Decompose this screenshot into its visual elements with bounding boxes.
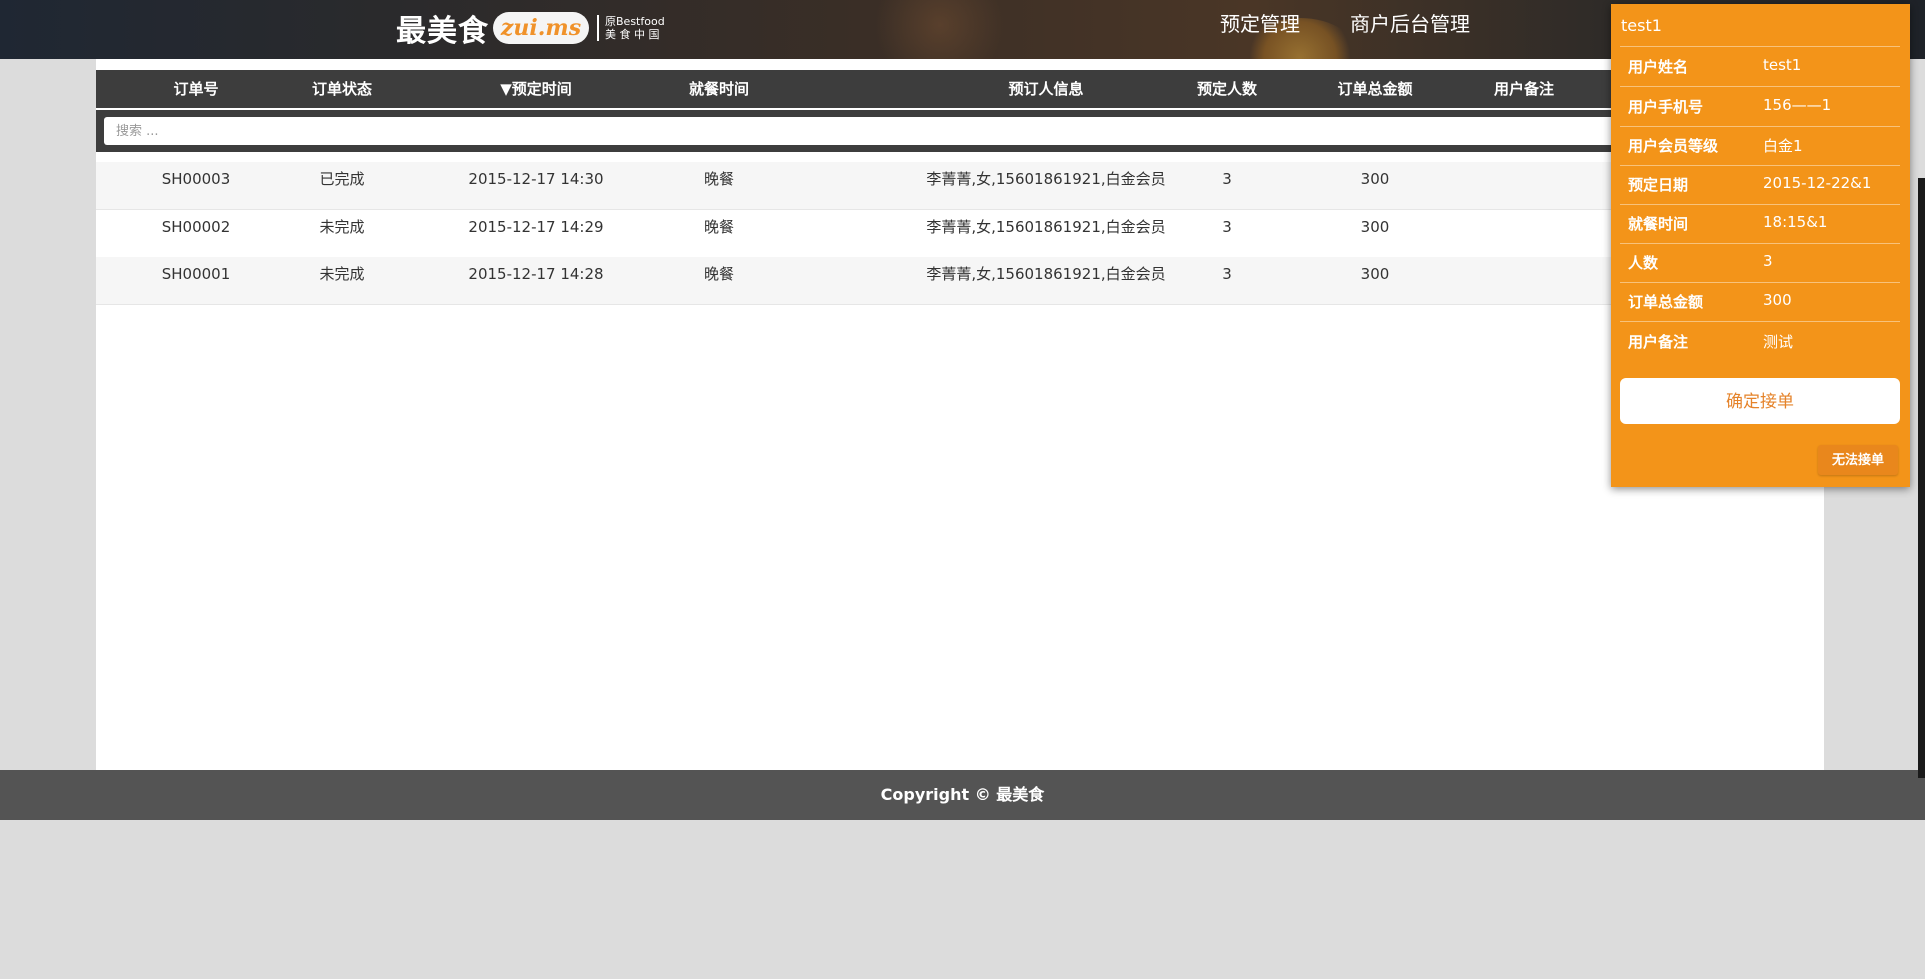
column-total-amount[interactable]: 订单总金额 <box>1315 70 1435 108</box>
detail-label: 用户手机号 <box>1628 98 1704 116</box>
detail-row-total-amount: 订单总金额 300 <box>1620 282 1900 321</box>
cell-party-size: 3 <box>1222 218 1232 236</box>
cell-order-id: SH00001 <box>161 265 231 283</box>
cell-booker-info: 李菁菁,女,15601861921,白金会员 <box>926 265 1166 283</box>
detail-label: 就餐时间 <box>1628 215 1689 233</box>
order-detail-popup: test1 用户姓名 test1 用户手机号 156——1 用户会员等级 白金1… <box>1611 4 1910 487</box>
cell-order-status: 未完成 <box>319 265 365 283</box>
popup-title: test1 <box>1621 16 1662 35</box>
cell-dining-time: 晚餐 <box>703 170 734 188</box>
reject-order-button[interactable]: 无法接单 <box>1818 445 1898 475</box>
cell-dining-time: 晚餐 <box>703 265 734 283</box>
column-order-id[interactable]: 订单号 <box>156 70 236 108</box>
page-scrollbar[interactable] <box>1918 178 1925 778</box>
detail-label: 用户会员等级 <box>1628 137 1719 155</box>
detail-value: test1 <box>1763 56 1802 74</box>
detail-label: 人数 <box>1628 254 1659 272</box>
detail-label: 用户备注 <box>1628 333 1689 351</box>
cell-total-amount: 300 <box>1360 265 1390 283</box>
detail-row-booking-date: 预定日期 2015-12-22&1 <box>1620 165 1900 204</box>
detail-value: 18:15&1 <box>1763 213 1828 231</box>
header-food-image <box>860 0 1020 59</box>
cell-user-remark <box>1474 210 1574 257</box>
detail-value: 2015-12-22&1 <box>1763 174 1872 192</box>
cell-order-id: SH00003 <box>161 170 231 188</box>
column-booking-time[interactable]: ▼预定时间 <box>466 70 606 108</box>
detail-value: 156——1 <box>1763 96 1832 114</box>
logo-divider <box>597 15 599 41</box>
detail-row-dining-time: 就餐时间 18:15&1 <box>1620 204 1900 243</box>
detail-row-party-size: 人数 3 <box>1620 243 1900 282</box>
accept-order-button[interactable]: 确定接单 <box>1620 378 1900 424</box>
cell-booker-info: 李菁菁,女,15601861921,白金会员 <box>926 218 1166 236</box>
logo-subtitle-line1: 原Bestfood <box>605 15 665 28</box>
footer: Copyright © 最美食 <box>0 770 1925 820</box>
copyright-text: Copyright © 最美食 <box>880 785 1045 804</box>
search-bar <box>96 110 1824 152</box>
cell-order-status: 已完成 <box>319 170 365 188</box>
logo-subtitle: 原Bestfood 美 食 中 国 <box>605 15 665 41</box>
main-content: 订单号 订单状态 ▼预定时间 就餐时间 预订人信息 预定人数 订单总金额 用户备… <box>96 59 1824 770</box>
nav-reservation-management[interactable]: 预定管理 <box>1220 8 1300 38</box>
detail-label: 订单总金额 <box>1628 293 1704 311</box>
column-party-size[interactable]: 预定人数 <box>1177 70 1277 108</box>
cell-booking-time: 2015-12-17 14:29 <box>468 218 604 236</box>
cell-order-id: SH00002 <box>161 218 231 236</box>
detail-row-phone: 用户手机号 156——1 <box>1620 87 1900 126</box>
cell-party-size: 3 <box>1222 265 1232 283</box>
detail-value: 3 <box>1763 252 1773 270</box>
table-row[interactable]: SH00002 未完成 2015-12-17 14:29 晚餐 李菁菁,女,15… <box>96 210 1824 258</box>
logo-badge: zui.ms <box>493 12 589 44</box>
cell-booking-time: 2015-12-17 14:28 <box>468 265 604 283</box>
column-order-status[interactable]: 订单状态 <box>292 70 392 108</box>
cell-order-status: 未完成 <box>319 218 365 236</box>
cell-booker-info: 李菁菁,女,15601861921,白金会员 <box>926 170 1166 188</box>
detail-row-remark: 用户备注 测试 <box>1620 322 1900 361</box>
detail-value: 白金1 <box>1763 137 1803 155</box>
table-header: 订单号 订单状态 ▼预定时间 就餐时间 预订人信息 预定人数 订单总金额 用户备… <box>96 70 1824 108</box>
column-booker-info[interactable]: 预订人信息 <box>896 70 1196 108</box>
detail-label: 用户姓名 <box>1628 58 1689 76</box>
detail-label: 预定日期 <box>1628 176 1689 194</box>
detail-row-username: 用户姓名 test1 <box>1620 47 1900 86</box>
cell-total-amount: 300 <box>1360 170 1390 188</box>
cell-booking-time: 2015-12-17 14:30 <box>468 170 604 188</box>
column-user-remark[interactable]: 用户备注 <box>1474 70 1574 108</box>
detail-value: 测试 <box>1763 333 1794 351</box>
nav-merchant-admin[interactable]: 商户后台管理 <box>1350 8 1470 38</box>
logo-subtitle-line2: 美 食 中 国 <box>605 28 660 41</box>
cell-dining-time: 晚餐 <box>703 218 734 236</box>
table-row[interactable]: SH00001 未完成 2015-12-17 14:28 晚餐 李菁菁,女,15… <box>96 257 1824 305</box>
cell-user-remark <box>1474 257 1574 304</box>
cell-user-remark <box>1474 162 1574 209</box>
table-row[interactable]: SH00003 已完成 2015-12-17 14:30 晚餐 李菁菁,女,15… <box>96 162 1824 210</box>
site-logo[interactable]: 最美食 zui.ms 原Bestfood 美 食 中 国 <box>396 8 665 49</box>
detail-row-member-level: 用户会员等级 白金1 <box>1620 126 1900 165</box>
detail-value: 300 <box>1763 291 1792 309</box>
cell-total-amount: 300 <box>1360 218 1390 236</box>
search-input[interactable] <box>104 117 1804 145</box>
column-dining-time[interactable]: 就餐时间 <box>669 70 769 108</box>
cell-party-size: 3 <box>1222 170 1232 188</box>
logo-text: 最美食 <box>396 14 489 49</box>
